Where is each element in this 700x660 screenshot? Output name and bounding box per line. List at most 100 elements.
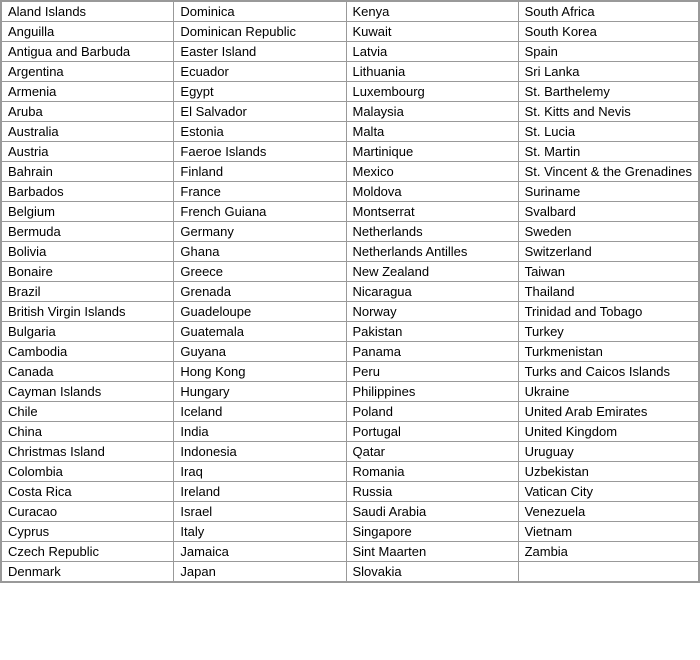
table-cell: Slovakia: [346, 562, 518, 582]
table-cell: Switzerland: [518, 242, 698, 262]
table-cell: Ireland: [174, 482, 346, 502]
table-cell: St. Kitts and Nevis: [518, 102, 698, 122]
country-table-container: Aland IslandsDominicaKenyaSouth AfricaAn…: [0, 0, 700, 583]
table-cell: Turkmenistan: [518, 342, 698, 362]
table-cell: Colombia: [2, 462, 174, 482]
table-cell: Bolivia: [2, 242, 174, 262]
table-cell: Netherlands Antilles: [346, 242, 518, 262]
table-cell: Australia: [2, 122, 174, 142]
table-cell: Sri Lanka: [518, 62, 698, 82]
table-cell: Romania: [346, 462, 518, 482]
table-cell: Israel: [174, 502, 346, 522]
table-cell: Iceland: [174, 402, 346, 422]
table-cell: Uruguay: [518, 442, 698, 462]
table-cell: St. Martin: [518, 142, 698, 162]
table-cell: Bonaire: [2, 262, 174, 282]
table-row: British Virgin IslandsGuadeloupeNorwayTr…: [2, 302, 699, 322]
table-row: Cayman IslandsHungaryPhilippinesUkraine: [2, 382, 699, 402]
table-cell: Panama: [346, 342, 518, 362]
table-cell: France: [174, 182, 346, 202]
table-cell: Philippines: [346, 382, 518, 402]
table-cell: Greece: [174, 262, 346, 282]
table-cell: Netherlands: [346, 222, 518, 242]
table-cell: Cayman Islands: [2, 382, 174, 402]
table-cell: Trinidad and Tobago: [518, 302, 698, 322]
table-cell: Poland: [346, 402, 518, 422]
table-cell: Peru: [346, 362, 518, 382]
table-cell: Easter Island: [174, 42, 346, 62]
table-cell: St. Vincent & the Grenadines: [518, 162, 698, 182]
table-cell: Indonesia: [174, 442, 346, 462]
table-cell: Anguilla: [2, 22, 174, 42]
table-cell: Germany: [174, 222, 346, 242]
table-cell: Curacao: [2, 502, 174, 522]
table-cell: Chile: [2, 402, 174, 422]
table-cell: Spain: [518, 42, 698, 62]
table-row: Costa RicaIrelandRussiaVatican City: [2, 482, 699, 502]
table-cell: Norway: [346, 302, 518, 322]
table-row: ArubaEl SalvadorMalaysiaSt. Kitts and Ne…: [2, 102, 699, 122]
table-cell: Portugal: [346, 422, 518, 442]
table-row: ArmeniaEgyptLuxembourgSt. Barthelemy: [2, 82, 699, 102]
table-cell: Thailand: [518, 282, 698, 302]
table-cell: Bulgaria: [2, 322, 174, 342]
table-cell: Christmas Island: [2, 442, 174, 462]
table-cell: Turks and Caicos Islands: [518, 362, 698, 382]
table-cell: Montserrat: [346, 202, 518, 222]
table-cell: [518, 562, 698, 582]
table-cell: China: [2, 422, 174, 442]
table-cell: Aruba: [2, 102, 174, 122]
table-cell: India: [174, 422, 346, 442]
table-row: CuracaoIsraelSaudi ArabiaVenezuela: [2, 502, 699, 522]
table-cell: Vatican City: [518, 482, 698, 502]
table-row: BonaireGreeceNew ZealandTaiwan: [2, 262, 699, 282]
table-cell: Uzbekistan: [518, 462, 698, 482]
table-cell: Guyana: [174, 342, 346, 362]
table-cell: Qatar: [346, 442, 518, 462]
table-cell: Malta: [346, 122, 518, 142]
table-cell: Aland Islands: [2, 2, 174, 22]
table-cell: St. Lucia: [518, 122, 698, 142]
table-row: BelgiumFrench GuianaMontserratSvalbard: [2, 202, 699, 222]
table-cell: Mexico: [346, 162, 518, 182]
table-cell: Egypt: [174, 82, 346, 102]
table-cell: Venezuela: [518, 502, 698, 522]
table-row: CambodiaGuyanaPanamaTurkmenistan: [2, 342, 699, 362]
table-cell: Hungary: [174, 382, 346, 402]
table-cell: Argentina: [2, 62, 174, 82]
table-cell: Latvia: [346, 42, 518, 62]
table-cell: Ecuador: [174, 62, 346, 82]
table-cell: Moldova: [346, 182, 518, 202]
table-row: BrazilGrenadaNicaraguaThailand: [2, 282, 699, 302]
table-cell: Austria: [2, 142, 174, 162]
table-row: AustraliaEstoniaMaltaSt. Lucia: [2, 122, 699, 142]
table-row: Christmas IslandIndonesiaQatarUruguay: [2, 442, 699, 462]
table-cell: British Virgin Islands: [2, 302, 174, 322]
table-row: CanadaHong KongPeruTurks and Caicos Isla…: [2, 362, 699, 382]
table-cell: Bermuda: [2, 222, 174, 242]
table-cell: Hong Kong: [174, 362, 346, 382]
table-cell: Brazil: [2, 282, 174, 302]
table-cell: Dominica: [174, 2, 346, 22]
table-cell: Kuwait: [346, 22, 518, 42]
table-cell: Bahrain: [2, 162, 174, 182]
table-row: Czech RepublicJamaicaSint MaartenZambia: [2, 542, 699, 562]
table-cell: Suriname: [518, 182, 698, 202]
table-cell: Sweden: [518, 222, 698, 242]
table-row: BarbadosFranceMoldovaSuriname: [2, 182, 699, 202]
table-row: CyprusItalySingaporeVietnam: [2, 522, 699, 542]
table-cell: Dominican Republic: [174, 22, 346, 42]
table-cell: Martinique: [346, 142, 518, 162]
table-row: AustriaFaeroe IslandsMartiniqueSt. Marti…: [2, 142, 699, 162]
table-cell: Luxembourg: [346, 82, 518, 102]
table-row: BulgariaGuatemalaPakistanTurkey: [2, 322, 699, 342]
table-cell: Taiwan: [518, 262, 698, 282]
table-cell: Antigua and Barbuda: [2, 42, 174, 62]
table-cell: Czech Republic: [2, 542, 174, 562]
table-cell: St. Barthelemy: [518, 82, 698, 102]
table-cell: Kenya: [346, 2, 518, 22]
table-row: Antigua and BarbudaEaster IslandLatviaSp…: [2, 42, 699, 62]
table-cell: Japan: [174, 562, 346, 582]
table-cell: Ghana: [174, 242, 346, 262]
table-cell: Turkey: [518, 322, 698, 342]
